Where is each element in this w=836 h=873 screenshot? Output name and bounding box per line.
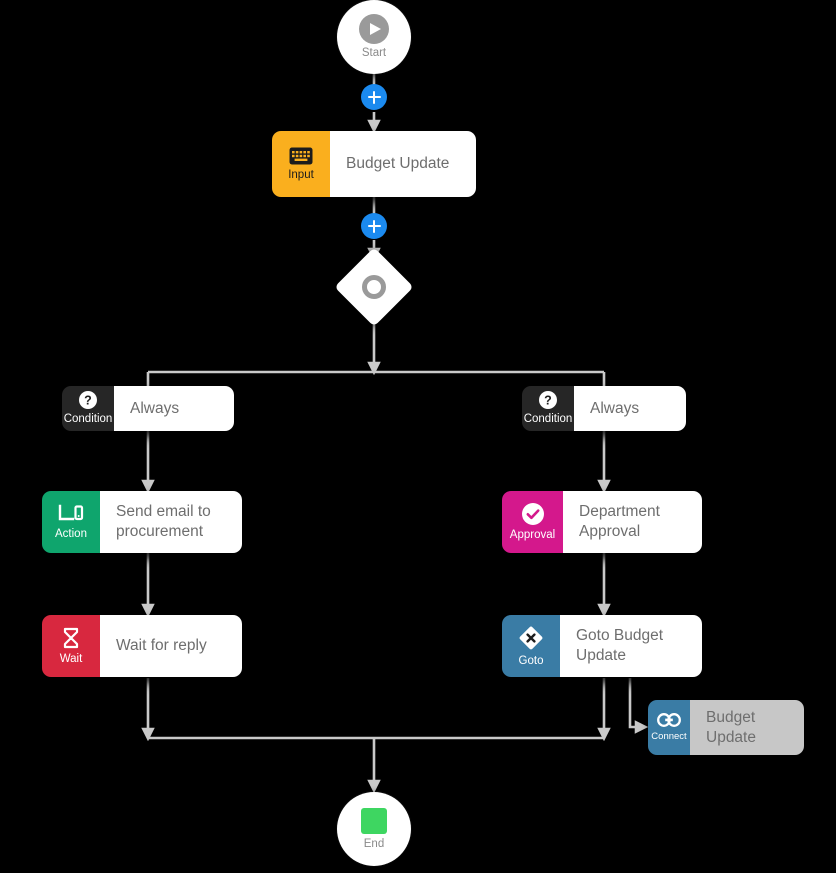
node-goto-chip: Goto [502, 615, 560, 677]
node-decision[interactable] [334, 247, 414, 327]
node-end-label: End [363, 837, 385, 850]
node-condition-left-chip: ? Condition [62, 386, 114, 431]
node-approval-chip-label: Approval [509, 528, 556, 541]
add-step-after-start-button[interactable] [361, 84, 387, 110]
node-start-label: Start [361, 47, 387, 60]
link-icon [657, 713, 681, 728]
stop-square-icon [361, 807, 387, 834]
check-circle-icon [521, 502, 544, 525]
node-approval[interactable]: Approval Department Approval [502, 491, 702, 553]
ring-icon [362, 275, 386, 299]
node-connect-text: Budget Update [690, 700, 804, 755]
svg-text:?: ? [544, 394, 552, 408]
question-circle-icon: ? [539, 391, 557, 410]
node-approval-text: Department Approval [563, 491, 702, 553]
node-approval-chip: Approval [502, 491, 563, 553]
node-action-text: Send email to procurement [100, 491, 242, 553]
node-action-chip-label: Action [55, 527, 87, 540]
node-connect-chip-label: Connect [651, 731, 687, 743]
node-wait-chip-label: Wait [59, 652, 83, 665]
node-input[interactable]: Input Budget Update [272, 131, 476, 197]
node-condition-right-chip: ? Condition [522, 386, 574, 431]
node-condition-right-chip-label: Condition [523, 413, 573, 426]
node-input-chip-label: Input [288, 168, 314, 181]
node-start[interactable]: Start [337, 0, 411, 74]
node-wait-chip: Wait [42, 615, 100, 677]
node-condition-right-text: Always [574, 386, 686, 431]
node-condition-right[interactable]: ? Condition Always [522, 386, 686, 431]
node-goto[interactable]: Goto Goto Budget Update [502, 615, 702, 677]
node-condition-left[interactable]: ? Condition Always [62, 386, 234, 431]
node-action[interactable]: Action Send email to procurement [42, 491, 242, 553]
hourglass-icon [62, 627, 80, 649]
node-end[interactable]: End [337, 792, 411, 866]
node-wait-text: Wait for reply [100, 615, 242, 677]
workflow-canvas[interactable]: Start Input Budget Update ? Condition Al… [0, 0, 836, 873]
node-goto-chip-label: Goto [518, 654, 544, 667]
play-icon [359, 14, 389, 45]
node-input-text: Budget Update [330, 131, 476, 197]
x-diamond-icon [518, 625, 544, 651]
node-wait[interactable]: Wait Wait for reply [42, 615, 242, 677]
monitor-icon [58, 504, 84, 524]
keyboard-icon [289, 147, 313, 165]
node-condition-left-chip-label: Condition [63, 413, 113, 426]
node-input-chip: Input [272, 131, 330, 197]
node-action-chip: Action [42, 491, 100, 553]
node-goto-text: Goto Budget Update [560, 615, 702, 677]
question-circle-icon: ? [79, 391, 97, 410]
node-condition-left-text: Always [114, 386, 234, 431]
svg-text:?: ? [84, 394, 92, 408]
node-connect-chip: Connect [648, 700, 690, 755]
add-step-after-input-button[interactable] [361, 213, 387, 239]
node-connect[interactable]: Connect Budget Update [648, 700, 804, 755]
